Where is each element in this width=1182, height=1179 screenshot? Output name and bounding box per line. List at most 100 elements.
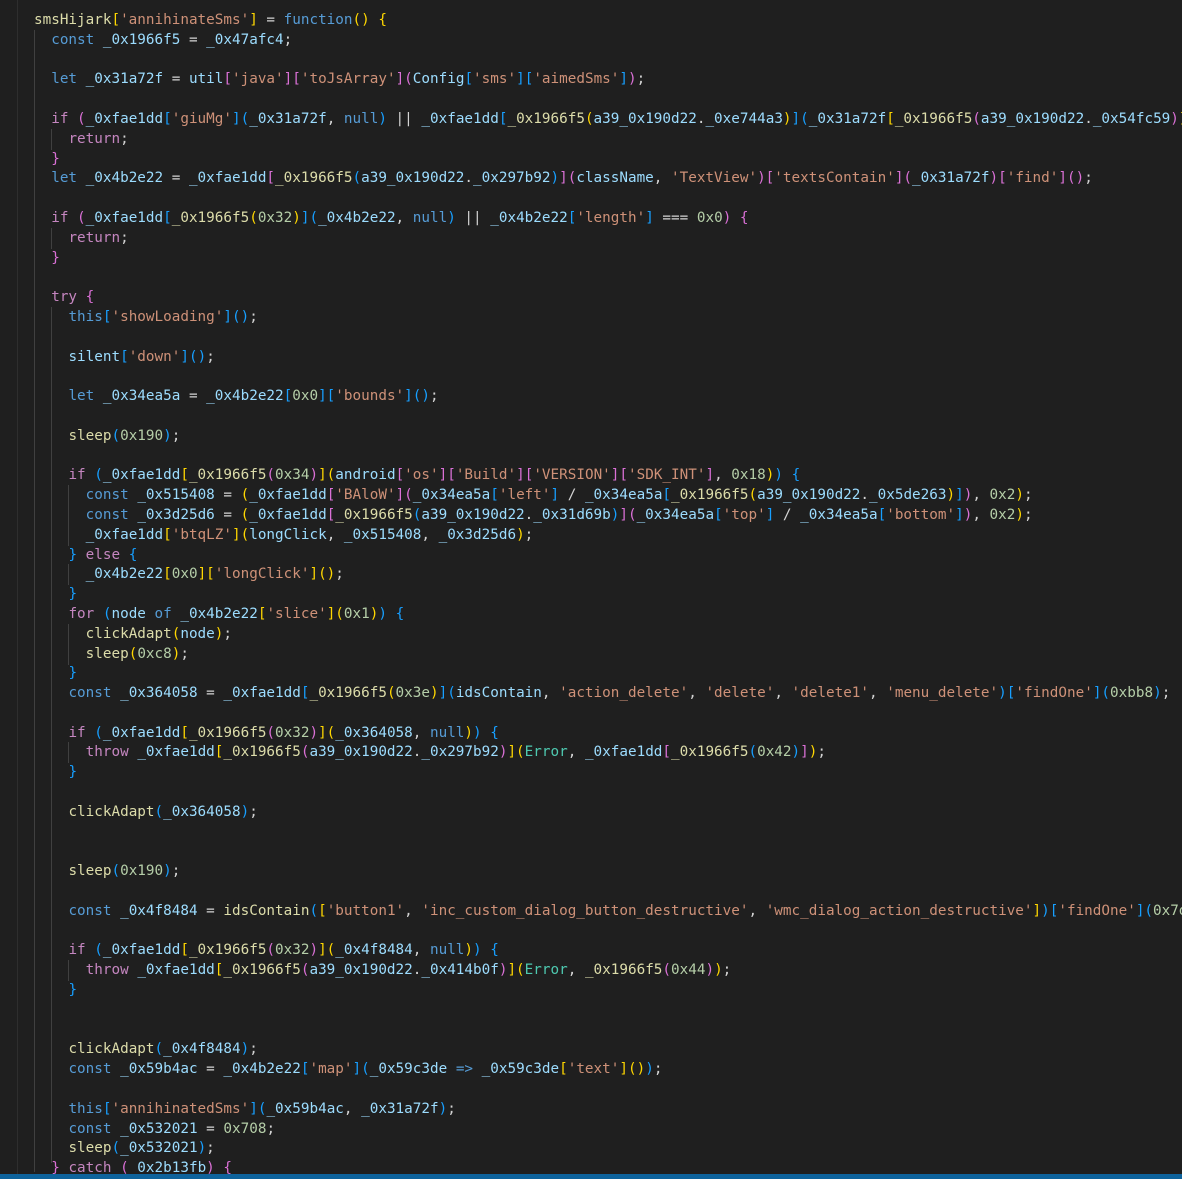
code-token: 0x190 <box>120 427 164 444</box>
code-token: let <box>51 71 78 88</box>
code-token: ; <box>180 645 189 662</box>
code-token: ]() <box>223 308 250 325</box>
code-token: [ <box>163 566 172 583</box>
code-token: longClick <box>249 526 327 543</box>
code-token: smsHijark <box>34 12 112 28</box>
code-token: [ <box>490 487 499 504</box>
code-token: = <box>197 902 224 919</box>
code-token: = <box>197 1120 224 1137</box>
code-line: return; <box>34 130 1182 150</box>
code-token: throw <box>85 744 129 761</box>
code-token: ; <box>335 566 344 583</box>
code-token: ]( <box>326 605 344 622</box>
code-token: ) <box>705 962 715 979</box>
code-token: 0x0 <box>696 209 723 226</box>
code-token: { <box>85 289 95 306</box>
code-token: ( <box>266 467 276 484</box>
code-content[interactable]: smsHijark['annihinateSms'] = function() … <box>34 11 1182 1179</box>
code-token: , <box>395 209 413 226</box>
code-token: a39_0x190d22 <box>593 110 697 127</box>
code-token: 0x44 <box>671 962 706 979</box>
code-token: a39_0x190d22 <box>361 170 465 187</box>
code-token: if <box>68 724 86 741</box>
code-token: ( <box>77 209 86 226</box>
code-token: 0x2 <box>989 506 1016 523</box>
code-token: _0x1966f5 <box>188 467 267 484</box>
code-token: _0x34ea5a <box>584 487 663 504</box>
code-token: , <box>567 744 585 761</box>
code-token: = <box>257 12 284 28</box>
code-token: || <box>386 110 422 127</box>
code-token: [ <box>464 71 474 88</box>
code-token: ]( <box>395 71 413 88</box>
code-token: ( <box>662 962 672 979</box>
code-token: ; <box>171 427 181 444</box>
code-token: 'os' <box>404 467 439 484</box>
code-token: android <box>335 467 396 484</box>
code-token: ][ <box>197 566 215 583</box>
code-token: let <box>51 170 78 187</box>
code-token: null <box>412 209 448 226</box>
code-token: [ <box>326 506 336 523</box>
code-token: _0x54fc59 <box>1092 110 1171 127</box>
code-token: _0x59b4ac <box>266 1100 344 1117</box>
code-token: [ <box>877 506 887 523</box>
code-token: ] <box>955 487 964 504</box>
code-token: ( <box>352 170 362 187</box>
code-token: { <box>490 724 499 741</box>
code-token: , <box>567 962 585 979</box>
code-line: const _0x364058 = _0xfae1dd[_0x1966f5(0x… <box>34 684 1182 704</box>
code-token: Config <box>412 71 465 88</box>
code-token: ; <box>266 1120 276 1137</box>
code-token: ]( <box>232 110 250 127</box>
code-token: ]( <box>395 487 413 504</box>
code-token: _0x3d25d6 <box>438 526 517 543</box>
code-token: ( <box>94 467 103 484</box>
code-token: idsContain <box>223 902 310 919</box>
code-token: _0x1966f5 <box>671 744 749 761</box>
code-token: _0x4b2e22 <box>318 209 396 226</box>
code-line: try { <box>34 288 1182 308</box>
code-token: ) <box>473 724 482 741</box>
code-line: } else { <box>34 546 1182 566</box>
gutter-divider <box>17 0 18 1179</box>
code-token: ) <box>714 962 723 979</box>
code-token: } <box>51 249 60 266</box>
code-token: () <box>352 12 370 28</box>
code-token: [ <box>662 744 672 761</box>
code-token: ]( <box>318 942 336 959</box>
code-line: throw _0xfae1dd[_0x1966f5(a39_0x190d22._… <box>34 961 1182 981</box>
code-token: . <box>1084 110 1093 127</box>
code-token: ]( <box>438 685 456 702</box>
code-token: clickAdapt <box>85 625 172 642</box>
code-token: 0xbb8 <box>1110 685 1154 702</box>
code-token: . <box>524 506 534 523</box>
code-token: _0x4b2e22 <box>206 388 284 405</box>
code-token: ) <box>464 942 474 959</box>
code-token: _0x364058 <box>335 724 413 741</box>
code-token: _0xfae1dd <box>249 506 327 523</box>
code-editor[interactable]: smsHijark['annihinateSms'] = function() … <box>0 0 1182 1179</box>
code-token: _0x59c3de <box>481 1061 560 1078</box>
code-token: 'bottom' <box>886 506 956 523</box>
code-line: clickAdapt(node); <box>34 625 1182 645</box>
code-token: ( <box>266 942 276 959</box>
code-token: if <box>51 110 69 127</box>
code-token: _0x297b92 <box>473 170 551 187</box>
code-token: 'findOne' <box>1015 685 1093 702</box>
code-token: _0x1966f5 <box>223 744 301 761</box>
code-line: if (_0xfae1dd[_0x1966f5(0x34)](android['… <box>34 466 1182 486</box>
code-line: if (_0xfae1dd['giuMg'](_0x31a72f, null) … <box>34 110 1182 130</box>
